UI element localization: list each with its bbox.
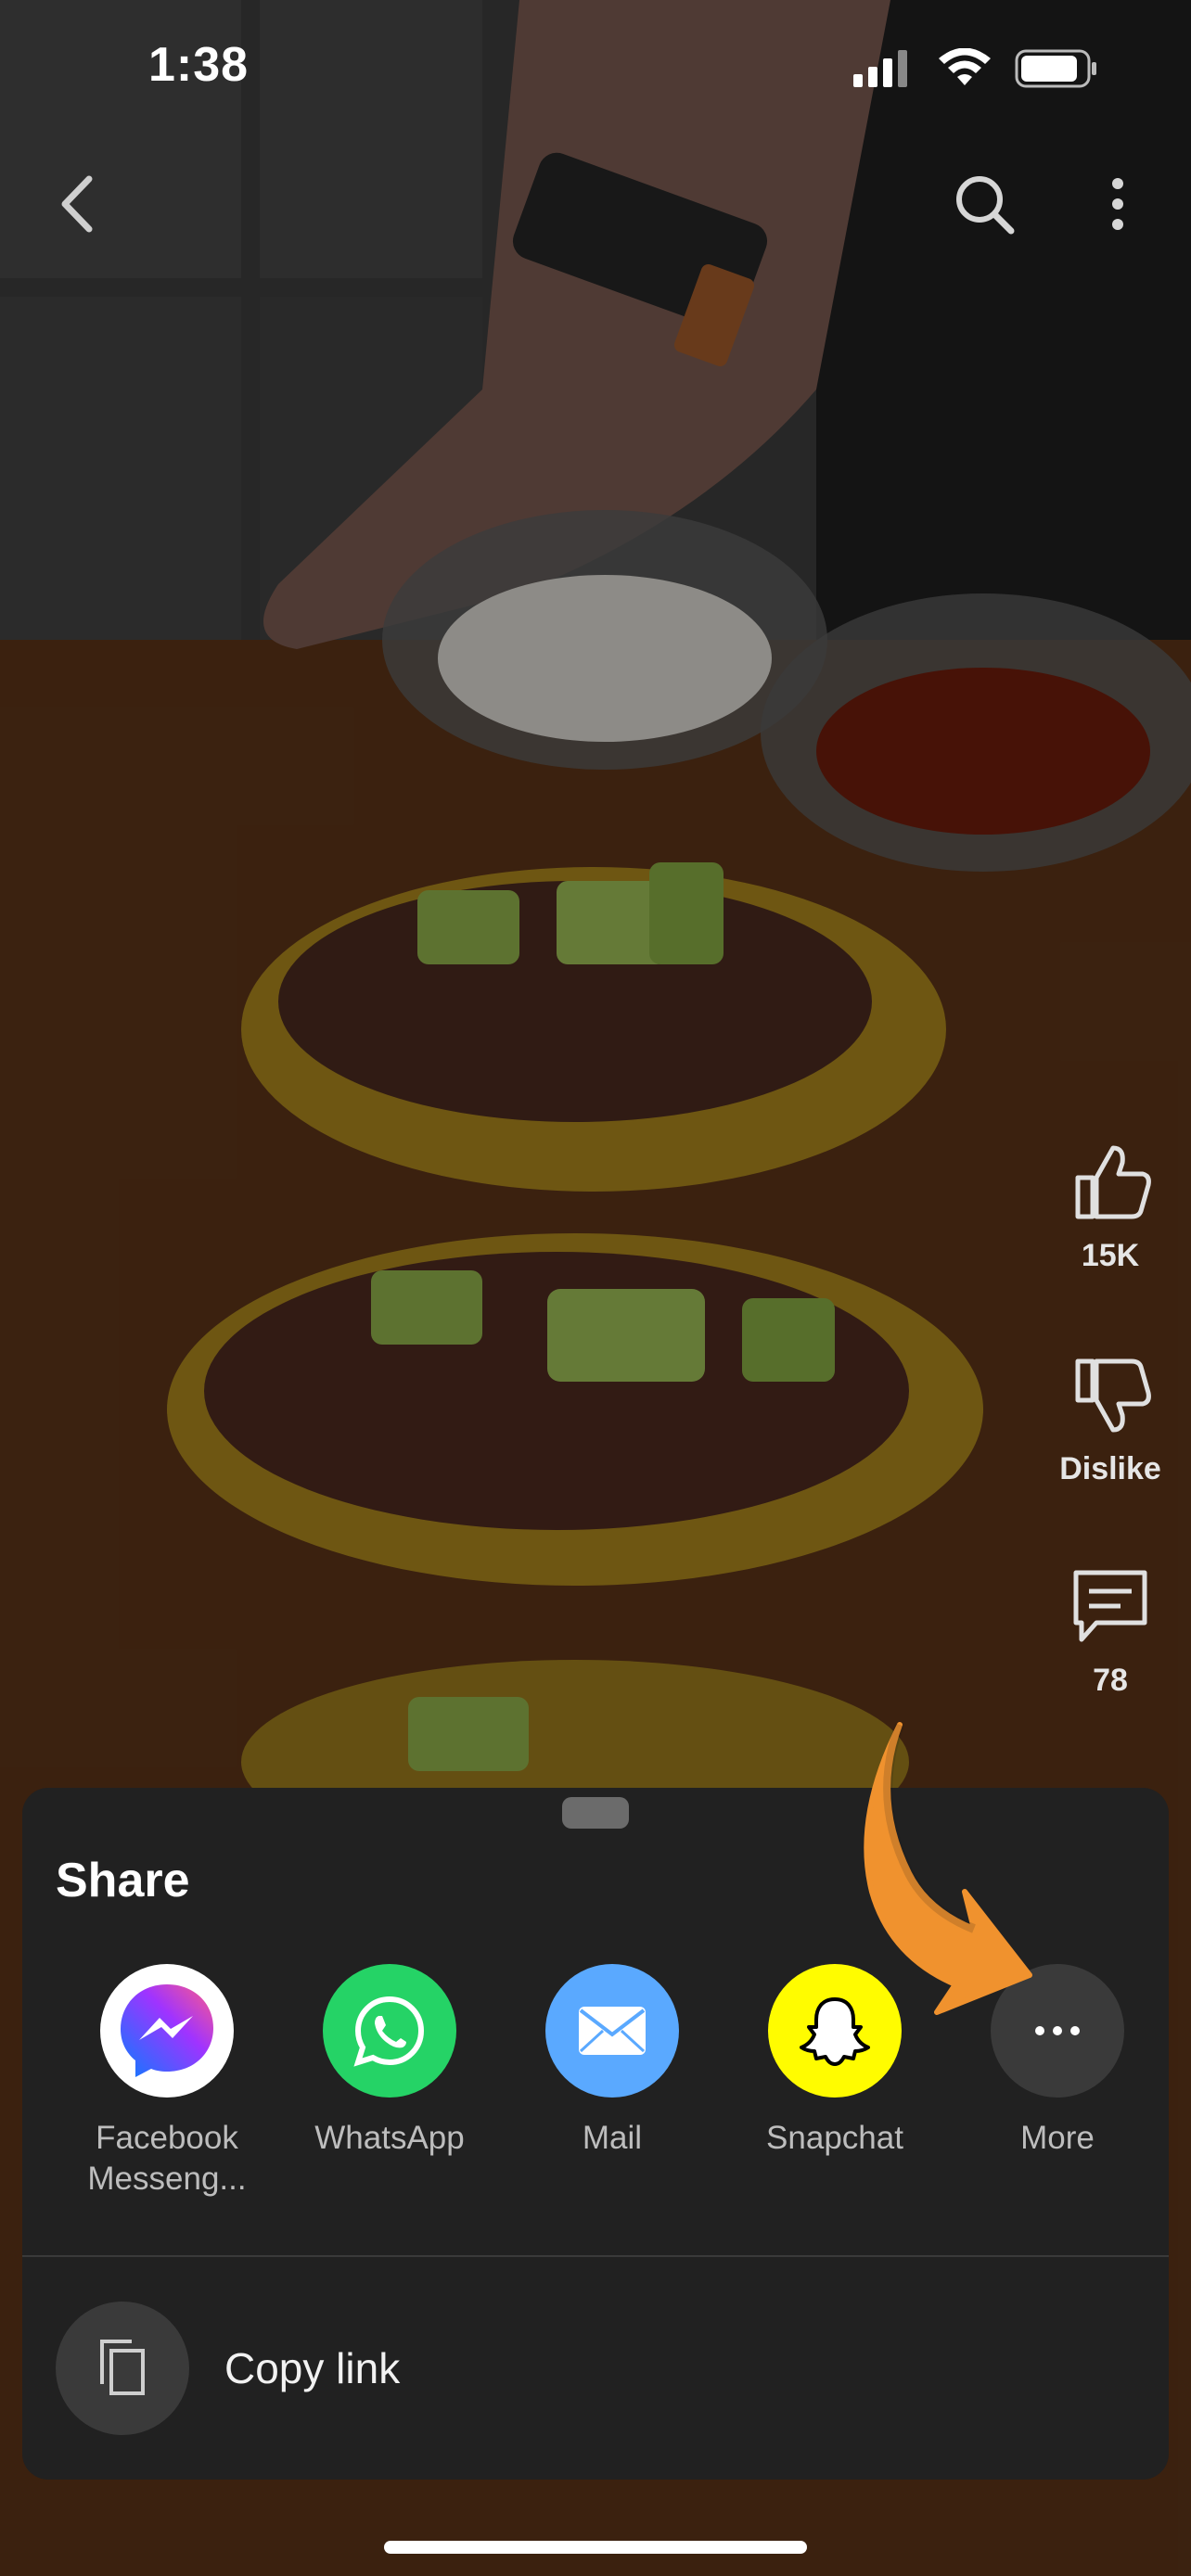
share-title: Share (56, 1854, 190, 1907)
home-indicator[interactable] (384, 2541, 807, 2554)
cellular-signal-icon (853, 50, 907, 87)
chevron-left-icon (61, 175, 93, 233)
thumbs-down-icon (1075, 1358, 1151, 1433)
dislike-label: Dislike (1059, 1451, 1161, 1486)
overflow-menu-button[interactable] (1076, 162, 1159, 246)
back-button[interactable] (35, 162, 119, 246)
share-whatsapp[interactable]: WhatsApp (297, 1964, 482, 2159)
share-app-label: More (1020, 2120, 1095, 2156)
sheet-divider (22, 2255, 1169, 2257)
comment-icon (1073, 1570, 1147, 1642)
sheet-drag-handle[interactable] (562, 1797, 629, 1829)
search-button[interactable] (942, 162, 1026, 246)
comments-button[interactable]: 78 (1059, 1565, 1161, 1699)
copy-icon (56, 2302, 189, 2435)
messenger-icon (100, 1964, 234, 2098)
status-bar: 1:38 (0, 0, 1191, 139)
like-count: 15K (1081, 1238, 1140, 1273)
annotation-arrow-icon (864, 1722, 1032, 2015)
battery-icon (1015, 49, 1096, 88)
share-app-label: Facebook Messeng... (87, 2120, 247, 2197)
share-app-label: Mail (582, 2120, 643, 2156)
share-mail[interactable]: Mail (519, 1964, 705, 2159)
share-app-label: WhatsApp (314, 2120, 465, 2156)
share-facebook-messenger[interactable]: Facebook Messeng... (74, 1964, 260, 2200)
copy-link-label: Copy link (224, 2344, 401, 2392)
mail-icon (545, 1964, 679, 2098)
wifi-icon (939, 48, 991, 85)
like-button[interactable]: 15K (1059, 1141, 1161, 1274)
share-app-label: Snapchat (766, 2120, 903, 2156)
vertical-dots-icon (1112, 178, 1123, 230)
thumbs-up-icon (1075, 1145, 1151, 1219)
comment-count: 78 (1093, 1663, 1128, 1698)
dislike-button[interactable]: Dislike (1059, 1354, 1161, 1487)
status-time: 1:38 (148, 38, 250, 92)
whatsapp-icon (323, 1964, 456, 2098)
search-icon (956, 176, 1015, 235)
copy-link-button[interactable]: Copy link (56, 2302, 400, 2435)
